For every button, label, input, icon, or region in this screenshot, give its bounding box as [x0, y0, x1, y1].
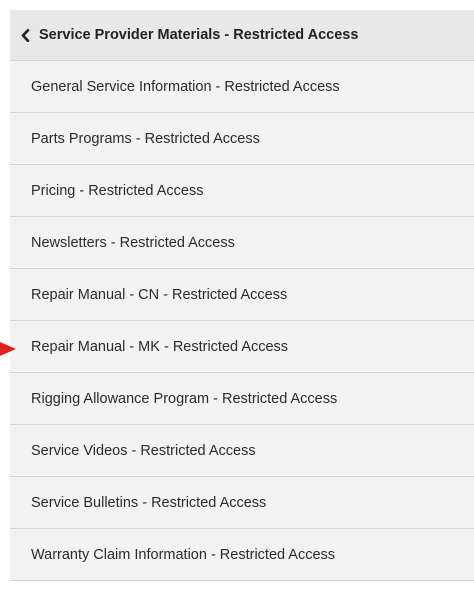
menu-item-label: General Service Information - Restricted…: [31, 78, 340, 95]
menu-item-repair-manual-mk[interactable]: Repair Manual - MK - Restricted Access: [10, 321, 474, 373]
menu-item-warranty-claim-information[interactable]: Warranty Claim Information - Restricted …: [10, 529, 474, 581]
back-to-service-provider-materials[interactable]: Service Provider Materials - Restricted …: [10, 10, 474, 61]
pointer-arrow-icon: [0, 342, 16, 356]
menu-item-label: Rigging Allowance Program - Restricted A…: [31, 390, 338, 407]
menu-item-repair-manual-cn[interactable]: Repair Manual - CN - Restricted Access: [10, 269, 474, 321]
menu-item-general-service-information[interactable]: General Service Information - Restricted…: [10, 61, 474, 113]
menu-item-label: Service Bulletins - Restricted Access: [31, 494, 267, 511]
menu-item-label: Pricing - Restricted Access: [31, 182, 204, 199]
menu-item-label: Parts Programs - Restricted Access: [31, 130, 260, 147]
menu-item-label: Repair Manual - CN - Restricted Access: [31, 286, 288, 303]
menu-item-service-videos[interactable]: Service Videos - Restricted Access: [10, 425, 474, 477]
menu-header-label: Service Provider Materials - Restricted …: [39, 27, 359, 43]
menu-item-label: Warranty Claim Information - Restricted …: [31, 546, 336, 563]
menu-item-rigging-allowance-program[interactable]: Rigging Allowance Program - Restricted A…: [10, 373, 474, 425]
menu-item-label: Newsletters - Restricted Access: [31, 234, 235, 251]
service-provider-menu: Service Provider Materials - Restricted …: [10, 10, 474, 581]
chevron-left-icon: [20, 28, 30, 42]
menu-item-label: Repair Manual - MK - Restricted Access: [31, 338, 289, 355]
menu-item-pricing[interactable]: Pricing - Restricted Access: [10, 165, 474, 217]
menu-item-newsletters[interactable]: Newsletters - Restricted Access: [10, 217, 474, 269]
menu-item-service-bulletins[interactable]: Service Bulletins - Restricted Access: [10, 477, 474, 529]
menu-item-parts-programs[interactable]: Parts Programs - Restricted Access: [10, 113, 474, 165]
menu-item-label: Service Videos - Restricted Access: [31, 442, 256, 459]
